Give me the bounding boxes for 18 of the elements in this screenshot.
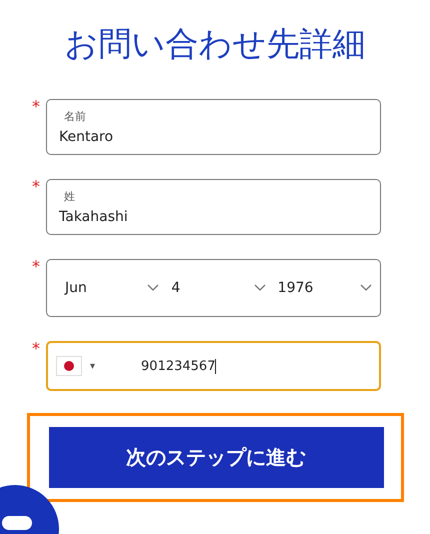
chat-icon[interactable]	[0, 484, 60, 534]
date-select[interactable]: Jun	[65, 280, 172, 296]
chevron-down-icon	[254, 284, 266, 292]
text-field[interactable]: 姓 Takahashi	[46, 179, 381, 235]
date-select[interactable]: 1976	[278, 280, 372, 296]
text-field[interactable]: 名前 Kentaro	[46, 99, 381, 155]
flag-icon[interactable]	[56, 356, 82, 376]
required-asterisk: *	[32, 259, 41, 275]
required-asterisk: *	[32, 341, 41, 357]
date-select[interactable]: 4	[171, 280, 278, 296]
page-title: お問い合わせ先詳細	[64, 23, 366, 65]
next-step-button[interactable]: 次のステップに進む	[48, 427, 384, 488]
required-asterisk: *	[32, 99, 41, 115]
required-asterisk: *	[32, 179, 41, 195]
phone-field[interactable]: ▾ 901234567	[46, 341, 381, 391]
chevron-down-icon	[360, 284, 372, 292]
dropdown-caret[interactable]: ▾	[90, 360, 96, 372]
chevron-down-icon	[147, 284, 160, 292]
